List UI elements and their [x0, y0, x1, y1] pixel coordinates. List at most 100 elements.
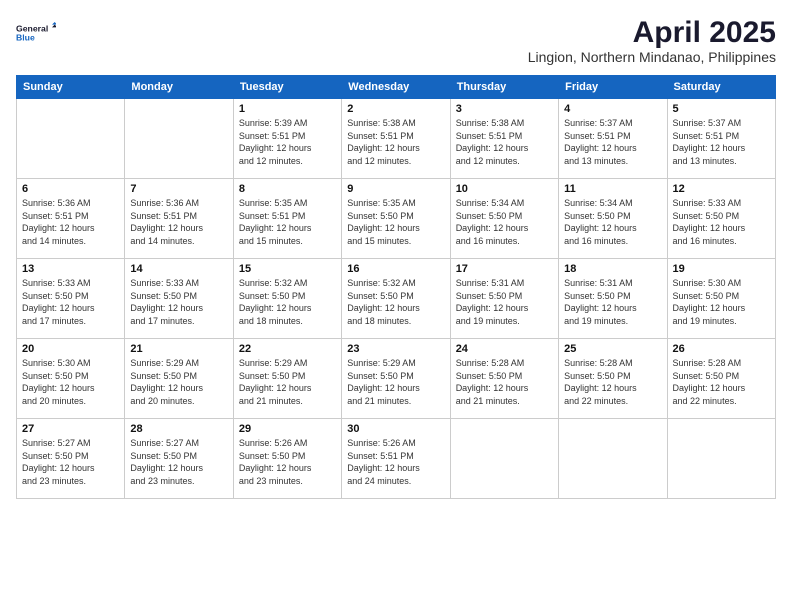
- day-info: Sunrise: 5:32 AM Sunset: 5:50 PM Dayligh…: [239, 277, 336, 327]
- calendar-week-row: 1 Sunrise: 5:39 AM Sunset: 5:51 PM Daylig…: [17, 99, 776, 179]
- day-number: 21: [130, 343, 227, 355]
- calendar-cell: 9 Sunrise: 5:35 AM Sunset: 5:50 PM Daylig…: [342, 179, 450, 259]
- calendar-cell: 28 Sunrise: 5:27 AM Sunset: 5:50 PM Dayli…: [125, 419, 233, 499]
- day-info: Sunrise: 5:39 AM Sunset: 5:51 PM Dayligh…: [239, 117, 336, 167]
- day-info: Sunrise: 5:28 AM Sunset: 5:50 PM Dayligh…: [673, 357, 770, 407]
- day-number: 9: [347, 183, 444, 195]
- header: General Blue April 2025 Lingion, Norther…: [16, 16, 776, 65]
- calendar-cell: 15 Sunrise: 5:32 AM Sunset: 5:50 PM Dayli…: [233, 259, 341, 339]
- day-info: Sunrise: 5:35 AM Sunset: 5:51 PM Dayligh…: [239, 197, 336, 247]
- day-info: Sunrise: 5:26 AM Sunset: 5:50 PM Dayligh…: [239, 437, 336, 487]
- day-info: Sunrise: 5:29 AM Sunset: 5:50 PM Dayligh…: [347, 357, 444, 407]
- logo: General Blue: [16, 16, 56, 52]
- calendar-cell: 8 Sunrise: 5:35 AM Sunset: 5:51 PM Daylig…: [233, 179, 341, 259]
- calendar-cell: 7 Sunrise: 5:36 AM Sunset: 5:51 PM Daylig…: [125, 179, 233, 259]
- calendar-cell: 4 Sunrise: 5:37 AM Sunset: 5:51 PM Daylig…: [559, 99, 667, 179]
- calendar-header-row: SundayMondayTuesdayWednesdayThursdayFrid…: [17, 76, 776, 99]
- calendar-cell: 17Sunrise: 5:31 AM Sunset: 5:50 PM Dayli…: [450, 259, 558, 339]
- day-number: 30: [347, 423, 444, 435]
- calendar-cell: 21 Sunrise: 5:29 AM Sunset: 5:50 PM Dayli…: [125, 339, 233, 419]
- calendar-cell: 1 Sunrise: 5:39 AM Sunset: 5:51 PM Daylig…: [233, 99, 341, 179]
- calendar-day-header: Tuesday: [233, 76, 341, 99]
- day-info: Sunrise: 5:29 AM Sunset: 5:50 PM Dayligh…: [239, 357, 336, 407]
- main-title: April 2025: [528, 16, 776, 49]
- day-info: Sunrise: 5:28 AM Sunset: 5:50 PM Dayligh…: [456, 357, 553, 407]
- calendar-day-header: Thursday: [450, 76, 558, 99]
- day-number: 18: [564, 263, 661, 275]
- day-info: Sunrise: 5:27 AM Sunset: 5:50 PM Dayligh…: [130, 437, 227, 487]
- day-number: 7: [130, 183, 227, 195]
- calendar-cell: 13 Sunrise: 5:33 AM Sunset: 5:50 PM Dayli…: [17, 259, 125, 339]
- day-number: 8: [239, 183, 336, 195]
- calendar-cell: 25Sunrise: 5:28 AM Sunset: 5:50 PM Dayli…: [559, 339, 667, 419]
- calendar-cell: [17, 99, 125, 179]
- day-number: 22: [239, 343, 336, 355]
- day-info: Sunrise: 5:35 AM Sunset: 5:50 PM Dayligh…: [347, 197, 444, 247]
- day-info: Sunrise: 5:37 AM Sunset: 5:51 PM Dayligh…: [564, 117, 661, 167]
- calendar-cell: 5 Sunrise: 5:37 AM Sunset: 5:51 PM Daylig…: [667, 99, 775, 179]
- calendar-cell: 20Sunrise: 5:30 AM Sunset: 5:50 PM Dayli…: [17, 339, 125, 419]
- calendar-cell: 11 Sunrise: 5:34 AM Sunset: 5:50 PM Dayli…: [559, 179, 667, 259]
- day-number: 28: [130, 423, 227, 435]
- svg-text:General: General: [16, 23, 48, 33]
- day-number: 17: [456, 263, 553, 275]
- calendar-cell: [559, 419, 667, 499]
- day-info: Sunrise: 5:29 AM Sunset: 5:50 PM Dayligh…: [130, 357, 227, 407]
- calendar-cell: [450, 419, 558, 499]
- day-info: Sunrise: 5:34 AM Sunset: 5:50 PM Dayligh…: [564, 197, 661, 247]
- calendar-cell: 30 Sunrise: 5:26 AM Sunset: 5:51 PM Dayli…: [342, 419, 450, 499]
- day-number: 1: [239, 103, 336, 115]
- calendar-cell: 16Sunrise: 5:32 AM Sunset: 5:50 PM Dayli…: [342, 259, 450, 339]
- day-number: 19: [673, 263, 770, 275]
- day-number: 2: [347, 103, 444, 115]
- calendar-cell: 6Sunrise: 5:36 AM Sunset: 5:51 PM Daylig…: [17, 179, 125, 259]
- calendar-cell: 3Sunrise: 5:38 AM Sunset: 5:51 PM Daylig…: [450, 99, 558, 179]
- page: General Blue April 2025 Lingion, Norther…: [0, 0, 792, 612]
- calendar-day-header: Sunday: [17, 76, 125, 99]
- calendar-day-header: Friday: [559, 76, 667, 99]
- day-number: 15: [239, 263, 336, 275]
- day-number: 4: [564, 103, 661, 115]
- day-number: 14: [130, 263, 227, 275]
- calendar-cell: 14 Sunrise: 5:33 AM Sunset: 5:50 PM Dayli…: [125, 259, 233, 339]
- day-info: Sunrise: 5:33 AM Sunset: 5:50 PM Dayligh…: [22, 277, 119, 327]
- day-number: 25: [564, 343, 661, 355]
- calendar-cell: [667, 419, 775, 499]
- day-info: Sunrise: 5:30 AM Sunset: 5:50 PM Dayligh…: [673, 277, 770, 327]
- svg-text:Blue: Blue: [16, 33, 35, 43]
- day-info: Sunrise: 5:31 AM Sunset: 5:50 PM Dayligh…: [564, 277, 661, 327]
- logo-svg: General Blue: [16, 16, 56, 52]
- day-number: 26: [673, 343, 770, 355]
- day-info: Sunrise: 5:30 AM Sunset: 5:50 PM Dayligh…: [22, 357, 119, 407]
- day-number: 13: [22, 263, 119, 275]
- day-info: Sunrise: 5:26 AM Sunset: 5:51 PM Dayligh…: [347, 437, 444, 487]
- day-number: 6: [22, 183, 119, 195]
- day-number: 5: [673, 103, 770, 115]
- calendar-cell: 27 Sunrise: 5:27 AM Sunset: 5:50 PM Dayli…: [17, 419, 125, 499]
- calendar-cell: [125, 99, 233, 179]
- day-info: Sunrise: 5:37 AM Sunset: 5:51 PM Dayligh…: [673, 117, 770, 167]
- calendar-cell: 24Sunrise: 5:28 AM Sunset: 5:50 PM Dayli…: [450, 339, 558, 419]
- day-info: Sunrise: 5:27 AM Sunset: 5:50 PM Dayligh…: [22, 437, 119, 487]
- day-number: 23: [347, 343, 444, 355]
- day-info: Sunrise: 5:36 AM Sunset: 5:51 PM Dayligh…: [130, 197, 227, 247]
- day-number: 27: [22, 423, 119, 435]
- day-info: Sunrise: 5:38 AM Sunset: 5:51 PM Dayligh…: [347, 117, 444, 167]
- title-block: April 2025 Lingion, Northern Mindanao, P…: [528, 16, 776, 65]
- calendar-cell: 19 Sunrise: 5:30 AM Sunset: 5:50 PM Dayli…: [667, 259, 775, 339]
- calendar-day-header: Monday: [125, 76, 233, 99]
- calendar-cell: 23 Sunrise: 5:29 AM Sunset: 5:50 PM Dayli…: [342, 339, 450, 419]
- calendar-table: SundayMondayTuesdayWednesdayThursdayFrid…: [16, 75, 776, 499]
- calendar-cell: 18 Sunrise: 5:31 AM Sunset: 5:50 PM Dayli…: [559, 259, 667, 339]
- day-number: 10: [456, 183, 553, 195]
- day-number: 12: [673, 183, 770, 195]
- calendar-week-row: 27 Sunrise: 5:27 AM Sunset: 5:50 PM Dayli…: [17, 419, 776, 499]
- calendar-week-row: 13 Sunrise: 5:33 AM Sunset: 5:50 PM Dayli…: [17, 259, 776, 339]
- calendar-day-header: Wednesday: [342, 76, 450, 99]
- calendar-week-row: 20Sunrise: 5:30 AM Sunset: 5:50 PM Dayli…: [17, 339, 776, 419]
- day-number: 11: [564, 183, 661, 195]
- calendar-cell: 29Sunrise: 5:26 AM Sunset: 5:50 PM Dayli…: [233, 419, 341, 499]
- day-info: Sunrise: 5:38 AM Sunset: 5:51 PM Dayligh…: [456, 117, 553, 167]
- day-info: Sunrise: 5:33 AM Sunset: 5:50 PM Dayligh…: [130, 277, 227, 327]
- calendar-week-row: 6 Sunrise: 5:36 AM Sunset: 5:51 PM Daylig…: [17, 179, 776, 259]
